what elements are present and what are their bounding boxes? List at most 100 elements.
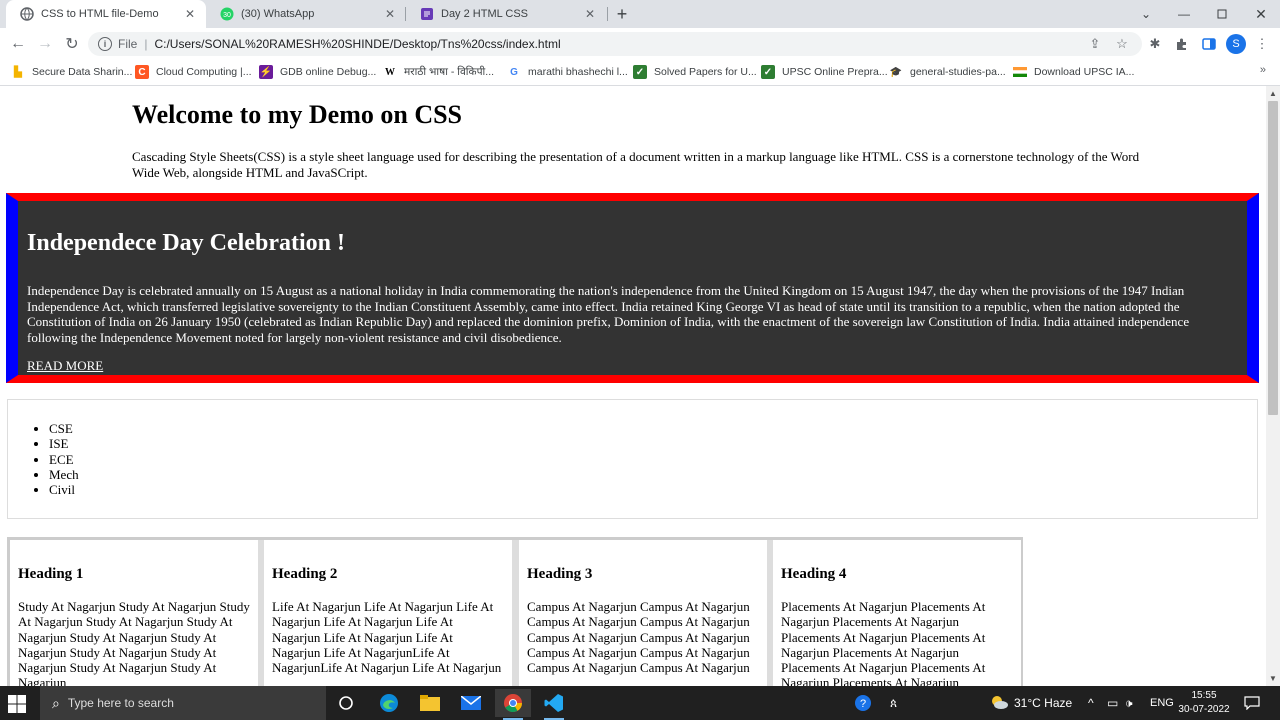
bookmark-solved-papers[interactable]: ✓ Solved Papers for U... xyxy=(633,64,757,80)
people-icon[interactable]: ጰ xyxy=(890,686,897,720)
notifications-icon[interactable] xyxy=(1244,686,1260,720)
search-icon: ⌕ xyxy=(52,694,60,711)
back-button[interactable]: ← xyxy=(7,34,29,54)
tab-label: Day 2 HTML CSS xyxy=(441,8,529,20)
close-window-button[interactable]: ✕ xyxy=(1242,0,1280,28)
bookmark-label: general-studies-pa... xyxy=(910,66,1006,78)
list-item: ISE xyxy=(49,436,79,451)
close-tab-icon[interactable]: ✕ xyxy=(382,6,398,22)
card-text: Life At Nagarjun Life At Nagarjun Life A… xyxy=(272,599,502,676)
bookmark-marathi-bhashechi[interactable]: G marathi bhashechi l... xyxy=(507,64,628,80)
info-icon[interactable]: i xyxy=(98,37,112,51)
card-text: Study At Nagarjun Study At Nagarjun Stud… xyxy=(18,599,250,686)
tab-css-demo[interactable]: CSS to HTML file-Demo ✕ xyxy=(6,0,206,28)
extensions-puzzle-icon[interactable] xyxy=(1174,36,1190,52)
tab-strip: CSS to HTML file-Demo ✕ 30 (30) WhatsApp… xyxy=(0,0,1280,28)
language-indicator[interactable]: ENG xyxy=(1150,686,1174,720)
tab-day2-html-css[interactable]: Day 2 HTML CSS ✕ xyxy=(406,0,606,28)
forward-button[interactable]: → xyxy=(34,34,56,54)
list-item: Civil xyxy=(49,482,79,497)
close-tab-icon[interactable]: ✕ xyxy=(582,6,598,22)
side-panel-icon[interactable] xyxy=(1201,36,1217,52)
vscode-icon[interactable] xyxy=(536,689,572,720)
secure-data-icon: ▙ xyxy=(14,66,22,78)
page-title: Welcome to my Demo on CSS xyxy=(132,100,463,129)
cloud-computing-icon: C xyxy=(135,65,149,79)
bookmark-label: GDB online Debug... xyxy=(280,66,377,78)
maximize-button[interactable] xyxy=(1203,0,1241,28)
help-icon[interactable]: ? xyxy=(854,686,872,720)
card-study: Heading 1 Study At Nagarjun Study At Nag… xyxy=(10,540,258,686)
doc-icon xyxy=(420,7,434,21)
weather-widget[interactable]: 31°C Haze xyxy=(990,686,1072,720)
bookmark-label: marathi bhashechi l... xyxy=(528,66,628,78)
profile-avatar[interactable]: S xyxy=(1226,34,1246,54)
volume-icon[interactable]: 🕩 xyxy=(1125,686,1133,720)
tab-whatsapp[interactable]: 30 (30) WhatsApp ✕ xyxy=(206,0,406,28)
bookmark-gdb-online[interactable]: ⚡ GDB online Debug... xyxy=(259,64,376,80)
extension-bug-icon[interactable]: ✱ xyxy=(1147,36,1163,52)
tab-separator xyxy=(607,7,608,21)
google-icon: G xyxy=(510,66,518,78)
bookmark-download-upsc[interactable]: Download UPSC IA... xyxy=(1013,64,1134,80)
address-bar[interactable]: i File | C:/Users/SONAL%20RAMESH%20SHIND… xyxy=(88,32,1142,56)
read-more-link[interactable]: READ MORE xyxy=(27,358,103,374)
bookmark-label: Secure Data Sharin... xyxy=(32,66,133,78)
bookmark-secure-data[interactable]: ▙ Secure Data Sharin... xyxy=(11,64,132,80)
url-scheme: File xyxy=(118,37,138,51)
page-scrollbar[interactable]: ▲ ▼ xyxy=(1266,86,1280,686)
battery-network-icon[interactable]: ▭ xyxy=(1107,686,1118,720)
page-viewport: Welcome to my Demo on CSS Cascading Styl… xyxy=(0,86,1266,686)
share-icon[interactable]: ⇪ xyxy=(1087,36,1103,52)
bookmark-marathi-wikipedia[interactable]: W मराठी भाषा - विकिपी... xyxy=(383,64,494,80)
scroll-up-arrow-icon[interactable]: ▲ xyxy=(1269,89,1277,98)
bookmarks-more-button[interactable]: » xyxy=(1260,64,1266,76)
list-item: CSE xyxy=(49,421,79,436)
minimize-button[interactable]: — xyxy=(1165,0,1203,28)
card-heading: Heading 3 xyxy=(527,566,593,582)
edge-browser-icon[interactable] xyxy=(371,689,407,717)
url-separator: | xyxy=(144,37,148,51)
bookmark-label: Cloud Computing |... xyxy=(156,66,252,78)
svg-text:?: ? xyxy=(860,698,866,710)
card-placements: Heading 4 Placements At Nagarjun Placeme… xyxy=(773,540,1021,686)
chrome-icon[interactable] xyxy=(495,689,531,720)
bookmark-general-studies[interactable]: 🎓 general-studies-pa... xyxy=(889,64,1006,80)
taskbar-search-box[interactable]: ⌕ Type here to search xyxy=(40,686,326,720)
show-hidden-icons-chevron-icon[interactable]: ^ xyxy=(1088,686,1094,720)
graduation-cap-icon: 🎓 xyxy=(889,66,903,78)
file-explorer-icon[interactable] xyxy=(412,689,448,717)
tab-label: CSS to HTML file-Demo xyxy=(41,8,159,20)
close-tab-icon[interactable]: ✕ xyxy=(182,6,198,22)
upsc-icon: ✓ xyxy=(761,65,775,79)
taskbar-clock[interactable]: 15:55 30-07-2022 xyxy=(1172,689,1236,717)
list-item: ECE xyxy=(49,452,79,467)
card-heading: Heading 1 xyxy=(18,566,84,582)
new-tab-button[interactable]: + xyxy=(612,4,632,24)
card-text: Campus At Nagarjun Campus At Nagarjun Ca… xyxy=(527,599,750,676)
bookmark-upsc-online[interactable]: ✓ UPSC Online Prepra... xyxy=(761,64,888,80)
wikipedia-icon: W xyxy=(385,66,395,78)
banner-heading: Independece Day Celebration ! xyxy=(27,230,345,256)
solved-papers-icon: ✓ xyxy=(633,65,647,79)
card-heading: Heading 4 xyxy=(781,566,847,582)
windows-start-icon[interactable] xyxy=(8,695,26,713)
tab-search-icon[interactable]: ⌄ xyxy=(1127,0,1165,28)
india-flag-icon xyxy=(1013,65,1027,79)
card-heading: Heading 2 xyxy=(272,566,338,582)
bookmark-label: Download UPSC IA... xyxy=(1034,66,1135,78)
card-grid: Heading 1 Study At Nagarjun Study At Nag… xyxy=(7,537,1023,686)
bookmark-star-icon[interactable]: ☆ xyxy=(1114,36,1130,52)
menu-kebab-icon[interactable]: ⋮ xyxy=(1254,36,1270,52)
weather-cloud-icon xyxy=(990,695,1008,712)
card-life: Heading 2 Life At Nagarjun Life At Nagar… xyxy=(264,540,512,686)
mail-icon[interactable] xyxy=(453,689,489,717)
intro-paragraph: Cascading Style Sheets(CSS) is a style s… xyxy=(132,149,1140,180)
branch-list-box: CSE ISE ECE Mech Civil xyxy=(7,399,1258,519)
task-view-icon[interactable] xyxy=(328,689,364,717)
branch-list: CSE ISE ECE Mech Civil xyxy=(8,421,79,497)
scrollbar-thumb[interactable] xyxy=(1268,101,1278,415)
reload-button[interactable]: ↻ xyxy=(61,34,83,54)
bookmark-cloud-computing[interactable]: C Cloud Computing |... xyxy=(135,64,252,80)
scroll-down-arrow-icon[interactable]: ▼ xyxy=(1269,674,1277,683)
